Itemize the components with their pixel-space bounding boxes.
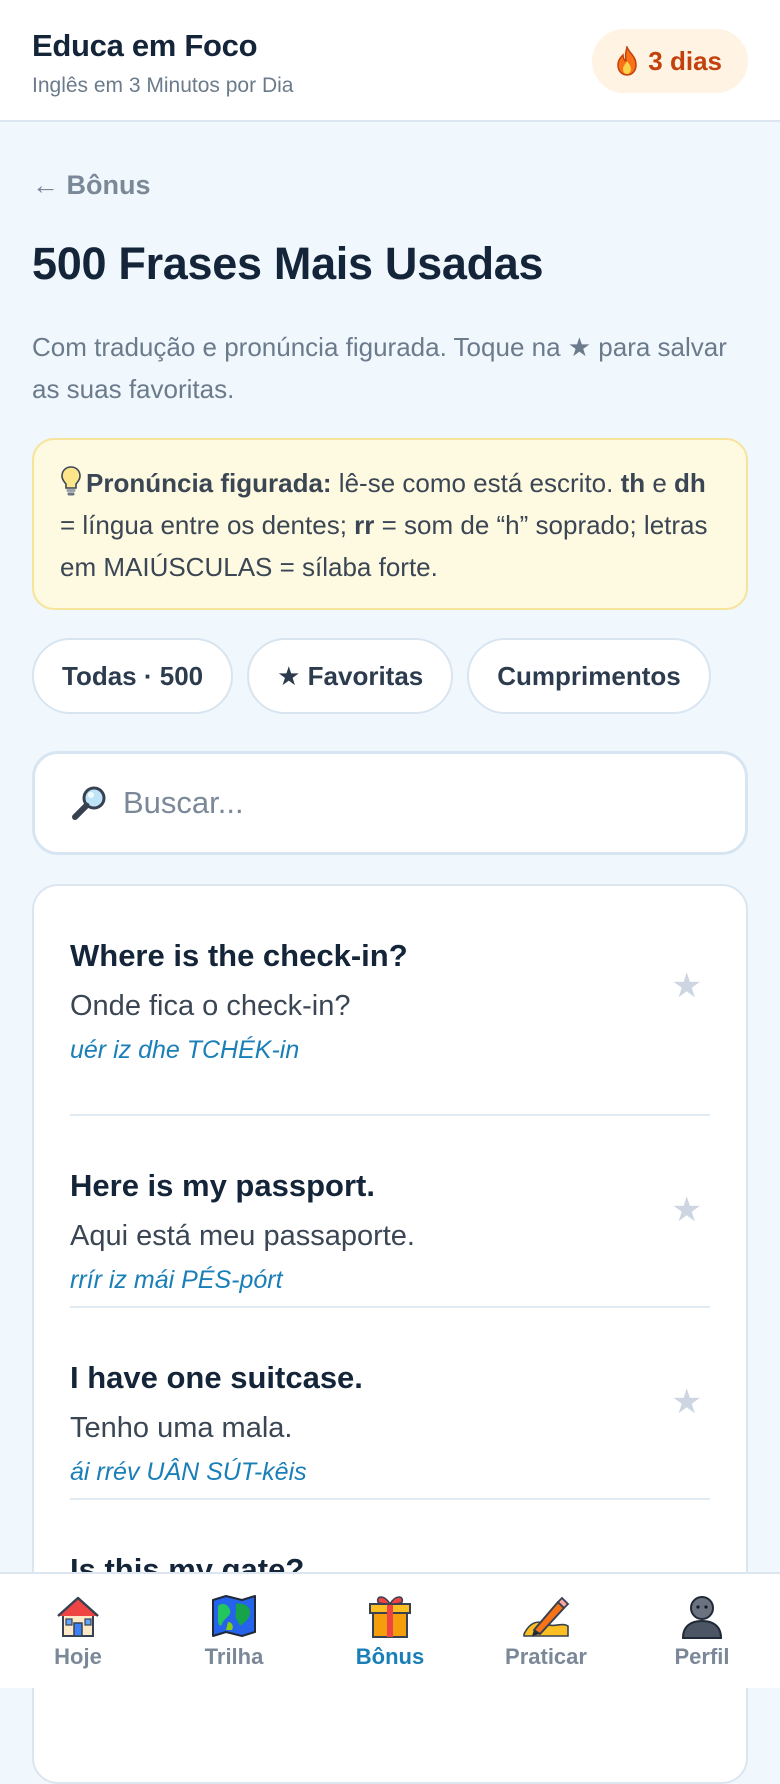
page-title: 500 Frases Mais Usadas xyxy=(32,238,544,289)
list-item[interactable]: Where is the check-in? Onde fica o check… xyxy=(70,886,710,1116)
phrase-pronunciation: ái rrév UÂN SÚT-kêis xyxy=(70,1458,307,1486)
map-icon xyxy=(212,1595,256,1637)
pencil-icon xyxy=(523,1596,570,1637)
nav-item-today[interactable]: Hoje xyxy=(0,1574,156,1688)
person-icon xyxy=(681,1596,723,1639)
nav-label: Praticar xyxy=(505,1644,587,1669)
nav-item-profile[interactable]: Perfil xyxy=(624,1574,780,1688)
chip-greetings[interactable]: Cumprimentos xyxy=(467,638,711,714)
tip-label: Pronúncia figurada: xyxy=(86,468,332,498)
favorite-star-icon[interactable]: ★ xyxy=(672,966,702,1006)
filter-chips: Todas · 500 ★ Favoritas Cumprimentos xyxy=(32,638,711,714)
nav-item-trail[interactable]: Trilha xyxy=(156,1574,312,1688)
page-subtitle: Com tradução e pronúncia figurada. Toque… xyxy=(32,332,727,404)
tip-th: th xyxy=(620,468,646,498)
list-item[interactable]: Here is my passport. Aqui está meu passa… xyxy=(70,1116,710,1308)
nav-label: Bônus xyxy=(355,1644,425,1669)
favorite-star-icon[interactable]: ★ xyxy=(672,1190,702,1230)
chip-all[interactable]: Todas · 500 xyxy=(32,638,234,714)
nav-item-bonus[interactable]: Bônus xyxy=(312,1574,468,1688)
tip-dh: dh xyxy=(674,468,706,498)
phrase-english: Where is the check-in? xyxy=(70,938,408,973)
house-icon xyxy=(57,1596,99,1637)
tip-rr: rr xyxy=(354,510,375,540)
tip-text: lê-se como está escrito. xyxy=(331,468,621,498)
tip-text: = língua entre os dentes; xyxy=(60,510,355,540)
phrase-english: Here is my passport. xyxy=(70,1168,375,1203)
phrase-english: I have one suitcase. xyxy=(70,1360,363,1395)
chip-favorites[interactable]: ★ Favoritas xyxy=(247,638,454,714)
app-tagline: Inglês em 3 Minutos por Dia xyxy=(32,74,294,97)
phrase-translation: Onde fica o check-in? xyxy=(70,990,351,1022)
app-header: Educa em Foco Inglês em 3 Minutos por Di… xyxy=(0,0,780,122)
nav-label: Trilha xyxy=(204,1644,264,1669)
list-item[interactable]: I have one suitcase. Tenho uma mala. ái … xyxy=(70,1308,710,1500)
favorite-star-icon[interactable]: ★ xyxy=(672,1382,702,1422)
nav-label: Hoje xyxy=(54,1644,102,1669)
streak-count: 3 dias xyxy=(648,45,722,76)
phrase-translation: Aqui está meu passaporte. xyxy=(70,1220,415,1252)
gift-icon xyxy=(369,1596,411,1638)
tip-text: e xyxy=(645,468,675,498)
bottom-nav: Hoje Trilha Bônus Praticar Perfil xyxy=(0,1572,780,1688)
search-input[interactable] xyxy=(121,784,685,822)
nav-label: Perfil xyxy=(674,1644,730,1669)
pronunciation-tip: Pronúncia figurada: lê-se como está escr… xyxy=(32,438,748,610)
fire-icon xyxy=(617,46,638,76)
back-link[interactable]: ← Bônus xyxy=(32,170,151,201)
nav-item-practice[interactable]: Praticar xyxy=(468,1574,624,1688)
search-box xyxy=(32,751,748,855)
phrase-pronunciation: rrír iz mái PÉS-pórt xyxy=(70,1266,283,1294)
phrase-pronunciation: uér iz dhe TCHÉK-in xyxy=(70,1036,300,1064)
phrase-translation: Tenho uma mala. xyxy=(70,1412,293,1444)
app-brand: Educa em Foco xyxy=(32,28,258,63)
search-icon xyxy=(72,786,106,820)
lightbulb-icon xyxy=(61,466,81,496)
streak-badge[interactable]: 3 dias xyxy=(592,29,748,93)
